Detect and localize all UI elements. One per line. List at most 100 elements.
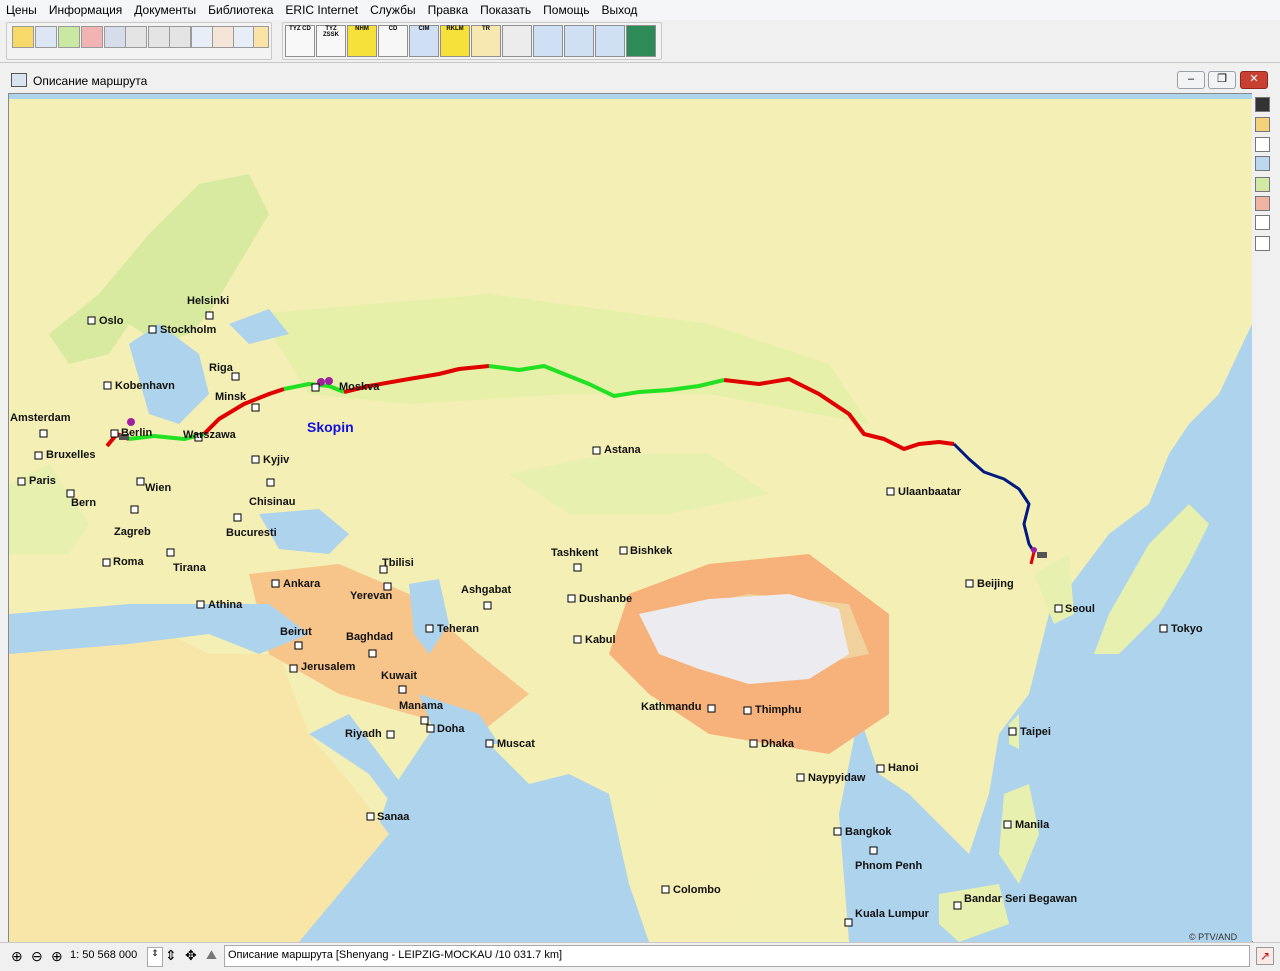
tariff-rklm-button[interactable]: RKLM xyxy=(440,25,470,57)
line-chart-icon[interactable] xyxy=(1255,137,1270,152)
window-title: Описание маршрута xyxy=(33,74,148,88)
menu-information[interactable]: Информация xyxy=(43,0,128,20)
highlight-label: Skopin xyxy=(307,419,354,435)
river-icon[interactable] xyxy=(1255,156,1270,171)
svg-text:Warszawa: Warszawa xyxy=(183,429,237,441)
svg-text:Taipei: Taipei xyxy=(1020,726,1051,738)
toolbar: TYZ CD TYZ ZSSK NHM CD CIM RKLM TR xyxy=(0,20,1280,63)
crosshair-icon[interactable]: ⊕ xyxy=(51,948,63,965)
scale-spinner-icon[interactable]: ⇕ xyxy=(147,947,163,967)
svg-text:Naypyidaw: Naypyidaw xyxy=(808,772,866,784)
tariff-tr-label: TR xyxy=(482,26,490,32)
tariff-cim-label: CIM xyxy=(418,26,430,32)
fill-pattern-icon[interactable] xyxy=(1255,97,1270,112)
print-preview-icon[interactable]: ⛰ xyxy=(206,947,217,963)
new-document-icon[interactable] xyxy=(12,26,34,48)
menu-help[interactable]: Помощь xyxy=(537,0,595,20)
map-canvas[interactable]: Skopin Oslo Stockholm Helsinki Riga Kobe… xyxy=(9,94,1252,942)
svg-text:Moskva: Moskva xyxy=(339,381,380,393)
pencil-icon[interactable] xyxy=(1255,117,1270,132)
menu-exit[interactable]: Выход xyxy=(596,0,644,20)
window-icon[interactable] xyxy=(35,26,57,48)
restore-button[interactable]: ❐ xyxy=(1208,71,1236,89)
city-kobenhavn: Kobenhavn xyxy=(103,380,175,392)
svg-text:Bern: Bern xyxy=(71,497,96,509)
link-icon[interactable] xyxy=(148,26,170,48)
menu-view[interactable]: Показать xyxy=(474,0,537,20)
svg-text:Riyadh: Riyadh xyxy=(345,728,382,740)
svg-text:Tokyo: Tokyo xyxy=(1171,623,1203,635)
truck-icon[interactable] xyxy=(81,26,103,48)
tariff-tyz-zssk-button[interactable]: TYZ ZSSK xyxy=(316,25,346,57)
pan-vertical-icon[interactable]: ⇕ xyxy=(165,947,177,964)
svg-text:Wien: Wien xyxy=(145,482,171,494)
calculator-pen3-icon[interactable] xyxy=(595,25,625,57)
svg-text:Kabul: Kabul xyxy=(585,634,616,646)
svg-text:Bandar Seri Begawan: Bandar Seri Begawan xyxy=(964,893,1077,905)
map-view[interactable]: Skopin Oslo Stockholm Helsinki Riga Kobe… xyxy=(8,93,1253,943)
route-description-box: Описание маршрута [Shenyang - LEIPZIG-MO… xyxy=(224,945,1250,967)
svg-text:Paris: Paris xyxy=(29,475,56,487)
tariff-nhm-label: NHM xyxy=(355,26,369,32)
svg-text:Tashkent: Tashkent xyxy=(551,547,599,559)
zoom-in-icon[interactable]: ⊕ xyxy=(11,948,23,965)
svg-text:Yerevan: Yerevan xyxy=(350,590,392,602)
svg-text:Beirut: Beirut xyxy=(280,626,312,638)
svg-text:Colombo: Colombo xyxy=(673,884,721,896)
route-marker-origin-icon[interactable] xyxy=(127,418,135,426)
svg-text:Roma: Roma xyxy=(113,556,144,568)
upload-icon[interactable] xyxy=(58,26,80,48)
svg-text:Hanoi: Hanoi xyxy=(888,762,919,774)
tariff-cim-button[interactable]: CIM xyxy=(409,25,439,57)
calendar-icon[interactable] xyxy=(233,26,255,48)
city-naypyidaw: Naypyidaw xyxy=(796,772,866,784)
tariff-nhm-button[interactable]: NHM xyxy=(347,25,377,57)
route-description: Описание маршрута [Shenyang - LEIPZIG-MO… xyxy=(228,949,563,961)
menu-library[interactable]: Библиотека xyxy=(202,0,279,20)
svg-text:Thimphu: Thimphu xyxy=(755,704,801,716)
svg-text:Kathmandu: Kathmandu xyxy=(641,701,702,713)
svg-text:Oslo: Oslo xyxy=(99,315,124,327)
svg-text:Kuala Lumpur: Kuala Lumpur xyxy=(855,908,930,920)
settings-icon[interactable] xyxy=(125,26,147,48)
railway-icon[interactable] xyxy=(1255,236,1270,251)
route-marker-moskva-2-icon[interactable] xyxy=(325,377,333,385)
calculator-pen2-icon[interactable] xyxy=(564,25,594,57)
menu-prices[interactable]: Цены xyxy=(0,0,43,20)
tariff-tyz-cd-button[interactable]: TYZ CD xyxy=(285,25,315,57)
route-marker-destination-icon[interactable] xyxy=(1031,547,1037,553)
calculator-pen-icon[interactable] xyxy=(533,25,563,57)
menu-documents[interactable]: Документы xyxy=(128,0,202,20)
svg-text:Chisinau: Chisinau xyxy=(249,496,295,508)
svg-text:Amsterdam: Amsterdam xyxy=(10,412,71,424)
svg-text:Kobenhavn: Kobenhavn xyxy=(115,380,175,392)
exit-door-icon[interactable] xyxy=(253,26,269,48)
blank-button[interactable] xyxy=(502,25,532,57)
zoom-out-icon[interactable]: ⊖ xyxy=(31,948,43,965)
list-icon[interactable] xyxy=(212,26,234,48)
svg-text:Teheran: Teheran xyxy=(437,623,479,635)
svg-text:Bruxelles: Bruxelles xyxy=(46,449,96,461)
tariff-cd-button[interactable]: CD xyxy=(378,25,408,57)
terrain-icon[interactable] xyxy=(1255,177,1270,192)
menu-services[interactable]: Службы xyxy=(364,0,421,20)
city-icon[interactable] xyxy=(1255,215,1270,230)
route-icon[interactable] xyxy=(1255,196,1270,211)
tariff-tr-button[interactable]: TR xyxy=(471,25,501,57)
table-icon[interactable] xyxy=(191,26,213,48)
map-close-icon[interactable]: ↗ xyxy=(1256,947,1274,965)
svg-text:Sanaa: Sanaa xyxy=(377,811,410,823)
map-icon[interactable] xyxy=(626,25,656,57)
tariff-tyz-zssk-label: TYZ ZSSK xyxy=(322,26,339,38)
window-title-bar: Описание маршрута ‒ ❐ ✕ xyxy=(0,68,1280,92)
pan-all-icon[interactable]: ✥ xyxy=(185,947,197,964)
svg-text:Tbilisi: Tbilisi xyxy=(382,557,414,569)
svg-text:Tirana: Tirana xyxy=(173,562,207,574)
close-button[interactable]: ✕ xyxy=(1240,71,1268,89)
menu-edit[interactable]: Правка xyxy=(422,0,475,20)
search-icon[interactable] xyxy=(104,26,126,48)
minimize-button[interactable]: ‒ xyxy=(1177,71,1205,89)
menu-eric-internet[interactable]: ERIC Internet xyxy=(279,0,364,20)
svg-text:Bishkek: Bishkek xyxy=(630,545,673,557)
print-icon[interactable] xyxy=(169,26,191,48)
